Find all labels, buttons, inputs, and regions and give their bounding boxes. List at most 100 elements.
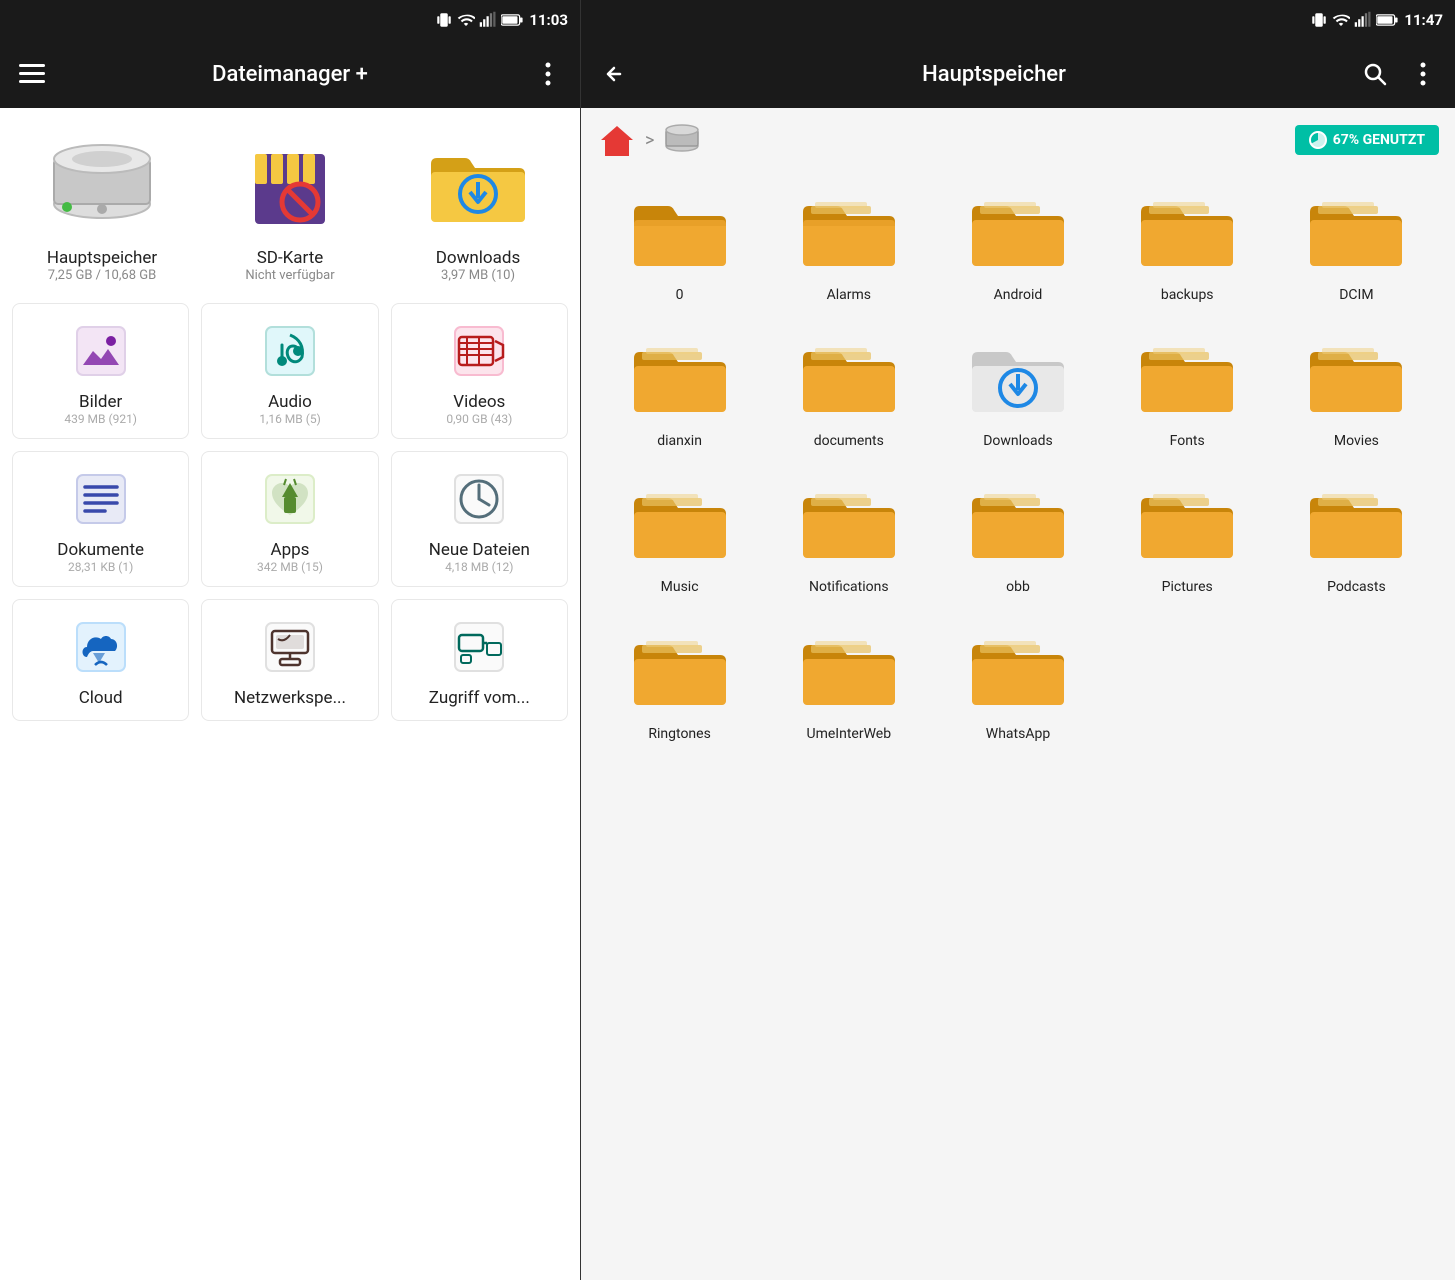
folder-0-name: 0 — [676, 286, 684, 304]
storage-item-hauptspeicher[interactable]: Hauptspeicher 7,25 GB / 10,68 GB — [22, 124, 182, 283]
bilder-label: Bilder — [79, 392, 122, 412]
folder-android[interactable]: Android — [935, 174, 1100, 312]
folder-icon — [1306, 192, 1406, 272]
neue-sub: 4,18 MB (12) — [445, 560, 513, 574]
hauptspeicher-icon-area — [42, 124, 162, 244]
folder-fonts-name: Fonts — [1170, 432, 1205, 450]
left-time: 11:03 — [529, 11, 568, 29]
right-app-bar: Hauptspeicher — [581, 40, 1455, 108]
cloud-icon — [66, 612, 136, 682]
folder-dcim[interactable]: DCIM — [1274, 174, 1439, 312]
folder-icon — [630, 631, 730, 711]
sdcard-icon — [245, 134, 335, 234]
folder-ringtones[interactable]: Ringtones — [597, 613, 762, 751]
zugriff-icon — [444, 612, 514, 682]
category-videos[interactable]: Videos 0,90 GB (43) — [391, 303, 568, 439]
right-vibrate-icon — [1310, 11, 1328, 29]
hdd-icon — [47, 139, 157, 229]
folder-icon — [630, 338, 730, 418]
folder-dianxin[interactable]: dianxin — [597, 320, 762, 458]
folder-android-name: Android — [994, 286, 1043, 304]
folder-icon — [799, 484, 899, 564]
folder-movies[interactable]: Movies — [1274, 320, 1439, 458]
folder-downloads[interactable]: Downloads — [935, 320, 1100, 458]
left-more-button[interactable] — [532, 58, 564, 90]
folder-icon — [1306, 484, 1406, 564]
folder-music[interactable]: Music — [597, 466, 762, 604]
folder-pictures[interactable]: Pictures — [1105, 466, 1270, 604]
category-neue[interactable]: Neue Dateien 4,18 MB (12) — [391, 451, 568, 587]
folder-documents-name: documents — [814, 432, 884, 450]
folder-grid: 0 Alarms — [597, 174, 1439, 751]
right-signal-icon — [1354, 11, 1372, 29]
folder-dianxin-name: dianxin — [657, 432, 702, 450]
audio-icon — [255, 316, 325, 386]
folder-icon — [1137, 192, 1237, 272]
audio-label: Audio — [268, 392, 312, 412]
folder-ringtones-name: Ringtones — [648, 725, 710, 743]
bilder-sub: 439 MB (921) — [64, 412, 137, 426]
folder-icon — [968, 484, 1068, 564]
right-app-title: Hauptspeicher — [645, 62, 1343, 87]
menu-button[interactable] — [16, 58, 48, 90]
category-audio[interactable]: Audio 1,16 MB (5) — [201, 303, 378, 439]
bilder-icon — [66, 316, 136, 386]
category-apps[interactable]: Apps 342 MB (15) — [201, 451, 378, 587]
folder-whatsapp[interactable]: WhatsApp — [935, 613, 1100, 751]
left-content: Hauptspeicher 7,25 GB / 10,68 GB — [0, 108, 580, 1280]
folder-download-icon — [968, 338, 1068, 418]
videos-sub: 0,90 GB (43) — [446, 412, 512, 426]
folder-notifications[interactable]: Notifications — [766, 466, 931, 604]
category-netzwerk[interactable]: Netzwerkspe... — [201, 599, 378, 721]
home-icon[interactable] — [597, 120, 637, 160]
wifi-icon — [457, 11, 475, 29]
folder-icon — [1137, 484, 1237, 564]
folder-icon — [1306, 338, 1406, 418]
hauptspeicher-label: Hauptspeicher — [47, 248, 157, 268]
drive-icon[interactable] — [662, 120, 702, 160]
folder-obb[interactable]: obb — [935, 466, 1100, 604]
folder-podcasts[interactable]: Podcasts — [1274, 466, 1439, 604]
apps-icon — [255, 464, 325, 534]
netzwerk-icon — [255, 612, 325, 682]
right-more-button[interactable] — [1407, 58, 1439, 90]
folder-alarms[interactable]: Alarms — [766, 174, 931, 312]
dokumente-sub: 28,31 KB (1) — [68, 560, 133, 574]
category-zugriff[interactable]: Zugriff vom... — [391, 599, 568, 721]
netzwerk-label: Netzwerkspe... — [234, 688, 346, 708]
folder-umelnterweb[interactable]: UmeInterWeb — [766, 613, 931, 751]
storage-item-sdkarte[interactable]: SD-Karte Nicht verfügbar — [210, 124, 370, 283]
category-cloud[interactable]: Cloud — [12, 599, 189, 721]
storage-item-downloads-main[interactable]: Downloads 3,97 MB (10) — [398, 124, 558, 283]
downloads-icon-area — [418, 124, 538, 244]
sdkarte-sub: Nicht verfügbar — [245, 268, 334, 283]
folder-icon — [1137, 338, 1237, 418]
storage-badge-text: 67% GENUTZT — [1333, 132, 1425, 148]
right-panel: 11:47 Hauptspeicher > — [580, 0, 1455, 1280]
folder-movies-name: Movies — [1334, 432, 1379, 450]
folder-0[interactable]: 0 — [597, 174, 762, 312]
videos-label: Videos — [453, 392, 505, 412]
folder-obb-name: obb — [1006, 578, 1030, 596]
category-dokumente[interactable]: Dokumente 28,31 KB (1) — [12, 451, 189, 587]
signal-icon — [479, 11, 497, 29]
storage-pie-icon — [1309, 131, 1327, 149]
folder-alarms-name: Alarms — [827, 286, 871, 304]
folder-documents[interactable]: documents — [766, 320, 931, 458]
left-app-title: Dateimanager + — [64, 62, 516, 87]
right-status-bar: 11:47 — [581, 0, 1455, 40]
folder-icon — [630, 484, 730, 564]
folder-fonts[interactable]: Fonts — [1105, 320, 1270, 458]
folder-notifications-name: Notifications — [809, 578, 889, 596]
neue-icon — [444, 464, 514, 534]
downloads-label: Downloads — [436, 248, 520, 268]
category-grid: Bilder 439 MB (921) Audio 1,16 MB (5) Vi… — [8, 303, 572, 721]
category-bilder[interactable]: Bilder 439 MB (921) — [12, 303, 189, 439]
back-button[interactable] — [597, 58, 629, 90]
videos-icon — [444, 316, 514, 386]
folder-icon — [799, 192, 899, 272]
search-button[interactable] — [1359, 58, 1391, 90]
right-battery-icon — [1376, 13, 1398, 27]
battery-icon — [501, 13, 523, 27]
folder-backups[interactable]: backups — [1105, 174, 1270, 312]
